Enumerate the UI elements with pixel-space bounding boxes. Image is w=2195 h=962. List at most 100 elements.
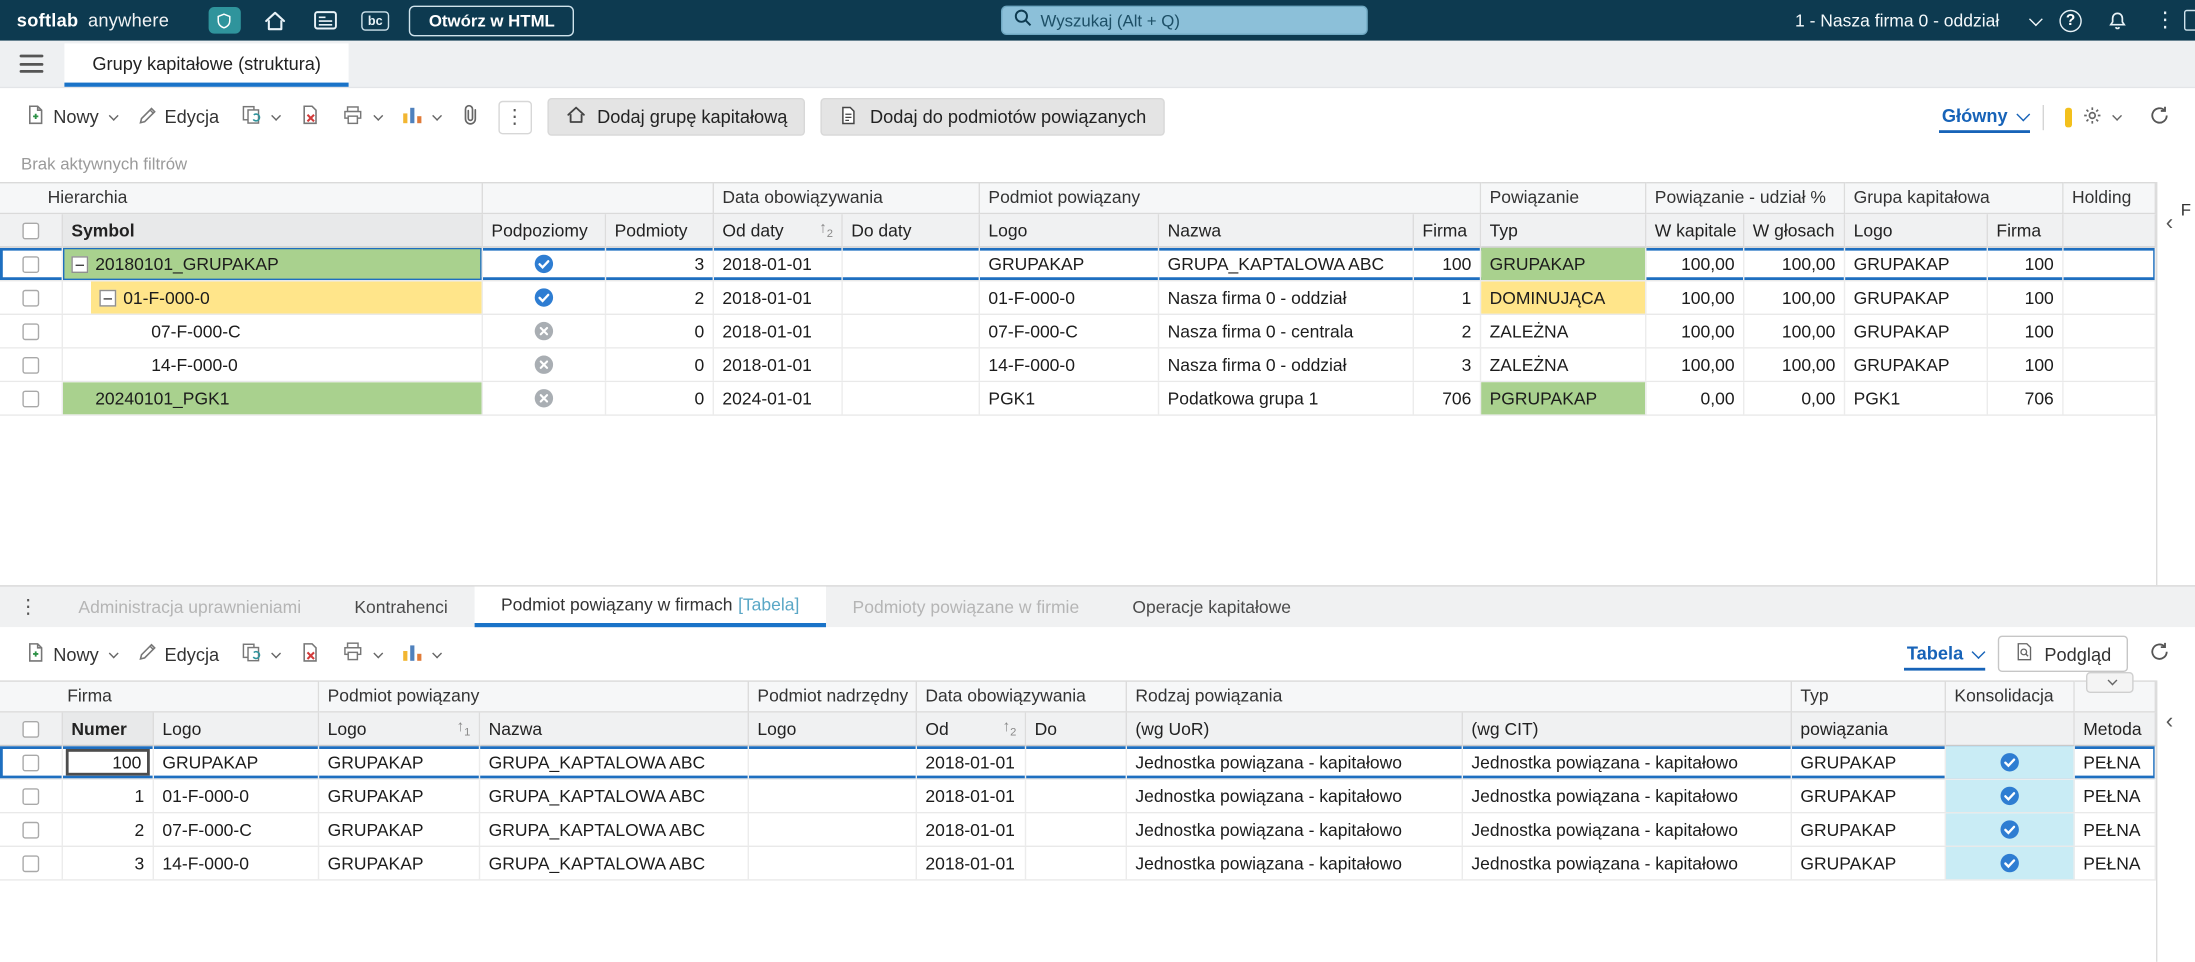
typ-cell[interactable]: ZALEŻNA <box>1481 315 1647 348</box>
firma-cell[interactable]: 1 <box>1414 281 1482 314</box>
symbol-cell[interactable]: 01-F-000-0 <box>63 281 483 314</box>
podpoziomy-cell[interactable] <box>483 315 607 348</box>
column-header[interactable]: Logo <box>154 712 320 747</box>
row-select-cell[interactable] <box>0 315 63 348</box>
numer-cell[interactable]: 100 <box>63 746 154 779</box>
metoda-cell[interactable]: PEŁNA <box>2075 813 2156 846</box>
typ-cell[interactable]: ZALEŻNA <box>1481 348 1647 381</box>
od-daty-cell[interactable]: 2018-01-01 <box>714 247 843 280</box>
podmioty-cell[interactable]: 0 <box>606 315 714 348</box>
column-header[interactable]: (wg UoR) <box>1127 712 1463 747</box>
gk-firma-cell[interactable]: 100 <box>1988 247 2064 280</box>
table-row[interactable]: 07-F-000-C 0 2018-01-01 07-F-000-C Nasza fir… <box>0 315 2156 349</box>
pp-logo-cell[interactable]: GRUPAKAP <box>319 847 481 880</box>
konsolidacja-cell[interactable] <box>1946 779 2075 812</box>
do-cell[interactable] <box>1026 813 1127 846</box>
row-select-cell[interactable] <box>0 382 63 415</box>
row-checkbox[interactable] <box>22 289 40 306</box>
od-cell[interactable]: 2018-01-01 <box>917 813 1027 846</box>
podpoziomy-cell[interactable] <box>483 247 607 280</box>
w-kapitale-cell[interactable]: 0,00 <box>1646 382 1745 415</box>
symbol-cell[interactable]: 20240101_PGK1 <box>63 382 483 415</box>
row-checkbox[interactable] <box>22 854 40 872</box>
search-input[interactable] <box>1040 10 1356 31</box>
pn-logo-cell[interactable] <box>749 813 917 846</box>
gk-logo-cell[interactable]: PGK1 <box>1845 382 1988 415</box>
pn-logo-cell[interactable] <box>749 746 917 779</box>
numer-cell[interactable]: 3 <box>63 847 154 880</box>
column-header[interactable]: Numer <box>63 712 154 747</box>
detail-tab-3[interactable]: Podmiot powiązany w firmach [Tabela] <box>474 586 826 628</box>
row-select-cell[interactable] <box>0 247 63 280</box>
wg-cit-cell[interactable]: Jednostka powiązana - kapitałowo <box>1463 746 1792 779</box>
nazwa-cell[interactable]: GRUPA_KAPTALOWA ABC <box>480 779 749 812</box>
do-cell[interactable] <box>1026 746 1127 779</box>
w-glosach-cell[interactable]: 0,00 <box>1744 382 1846 415</box>
podpoziomy-cell[interactable] <box>483 382 607 415</box>
column-header[interactable]: Podpoziomy <box>483 214 607 248</box>
add-capital-group-button[interactable]: Dodaj grupę kapitałową <box>546 98 806 136</box>
overflow-menu-icon[interactable]: ⋮ <box>2152 10 2179 31</box>
metoda-cell[interactable]: PEŁNA <box>2075 847 2156 880</box>
holding-cell[interactable] <box>2064 348 2156 381</box>
w-kapitale-cell[interactable]: 100,00 <box>1646 315 1745 348</box>
column-header[interactable]: (wg CIT) <box>1463 712 1792 747</box>
wg-cit-cell[interactable]: Jednostka powiązana - kapitałowo <box>1463 779 1792 812</box>
typ-cell[interactable]: GRUPAKAP <box>1481 247 1647 280</box>
new-button[interactable]: Nowy <box>17 98 124 136</box>
workspace-badge-icon[interactable] <box>208 7 241 34</box>
od-daty-cell[interactable]: 2018-01-01 <box>714 348 843 381</box>
table-row[interactable]: 100 GRUPAKAP GRUPAKAP GRUPA_KAPTALOWA ABC 20… <box>0 746 2156 780</box>
w-kapitale-cell[interactable]: 100,00 <box>1646 348 1745 381</box>
copy-button[interactable] <box>232 635 287 673</box>
holding-cell[interactable] <box>2064 281 2156 314</box>
firma-cell[interactable]: 706 <box>1414 382 1482 415</box>
podmioty-cell[interactable]: 0 <box>606 382 714 415</box>
wg-cit-cell[interactable]: Jednostka powiązana - kapitałowo <box>1463 813 1792 846</box>
table-row[interactable]: 3 14-F-000-0 GRUPAKAP GRUPA_KAPTALOWA ABC 20… <box>0 847 2156 881</box>
od-cell[interactable]: 2018-01-01 <box>917 779 1027 812</box>
collapse-panel-icon[interactable]: ‹ <box>2166 711 2173 733</box>
holding-cell[interactable] <box>2064 382 2156 415</box>
table-row[interactable]: 20240101_PGK1 0 2024-01-01 PGK1 Podatkowa gr… <box>0 382 2156 416</box>
podmioty-cell[interactable]: 0 <box>606 348 714 381</box>
typ-powiazania-cell[interactable]: GRUPAKAP <box>1792 779 1946 812</box>
row-checkbox[interactable] <box>22 356 40 374</box>
column-header[interactable]: Symbol <box>63 214 483 248</box>
column-header[interactable]: W głosach <box>1744 214 1846 248</box>
metoda-cell[interactable]: PEŁNA <box>2075 779 2156 812</box>
nazwa-cell[interactable]: Nasza firma 0 - oddział <box>1159 281 1414 314</box>
od-daty-cell[interactable]: 2018-01-01 <box>714 281 843 314</box>
wg-uor-cell[interactable]: Jednostka powiązana - kapitałowo <box>1127 779 1463 812</box>
row-checkbox[interactable] <box>22 821 40 838</box>
do-cell[interactable] <box>1026 847 1127 880</box>
detail-tab-5[interactable]: Operacje kapitałowe <box>1106 587 1318 628</box>
table-row[interactable]: 2 07-F-000-C GRUPAKAP GRUPA_KAPTALOWA ABC 20… <box>0 813 2156 847</box>
podmioty-cell[interactable]: 3 <box>606 247 714 280</box>
detail-tab-1[interactable]: Administracja uprawnieniami <box>52 587 328 628</box>
column-header[interactable]: Logo <box>749 712 917 747</box>
row-checkbox[interactable] <box>22 787 40 805</box>
firma-cell[interactable]: 3 <box>1414 348 1482 381</box>
podpoziomy-cell[interactable] <box>483 281 607 314</box>
holding-cell[interactable] <box>2064 315 2156 348</box>
row-select-cell[interactable] <box>0 813 63 846</box>
konsolidacja-cell[interactable] <box>1946 746 2075 779</box>
nazwa-cell[interactable]: GRUPA_KAPTALOWA ABC <box>480 813 749 846</box>
more-actions-button[interactable]: ⋮ <box>497 100 532 134</box>
attachment-button[interactable] <box>452 98 488 136</box>
konsolidacja-cell[interactable] <box>1946 847 2075 880</box>
w-glosach-cell[interactable]: 100,00 <box>1744 315 1846 348</box>
column-header[interactable]: Typ <box>1481 214 1647 248</box>
column-header[interactable]: Metoda <box>2074 712 2156 747</box>
refresh-button[interactable] <box>2141 99 2179 135</box>
column-header[interactable]: Do <box>1026 712 1127 747</box>
do-daty-cell[interactable] <box>843 281 980 314</box>
gk-logo-cell[interactable]: GRUPAKAP <box>1845 281 1988 314</box>
tab-grupy-kapitalowe[interactable]: Grupy kapitałowe (struktura) <box>64 43 349 87</box>
column-header[interactable]: Od ↑2 <box>917 712 1027 747</box>
do-cell[interactable] <box>1026 779 1127 812</box>
wg-cit-cell[interactable]: Jednostka powiązana - kapitałowo <box>1463 847 1792 880</box>
wg-uor-cell[interactable]: Jednostka powiązana - kapitałowo <box>1127 746 1463 779</box>
pp-logo-cell[interactable]: GRUPAKAP <box>319 779 481 812</box>
